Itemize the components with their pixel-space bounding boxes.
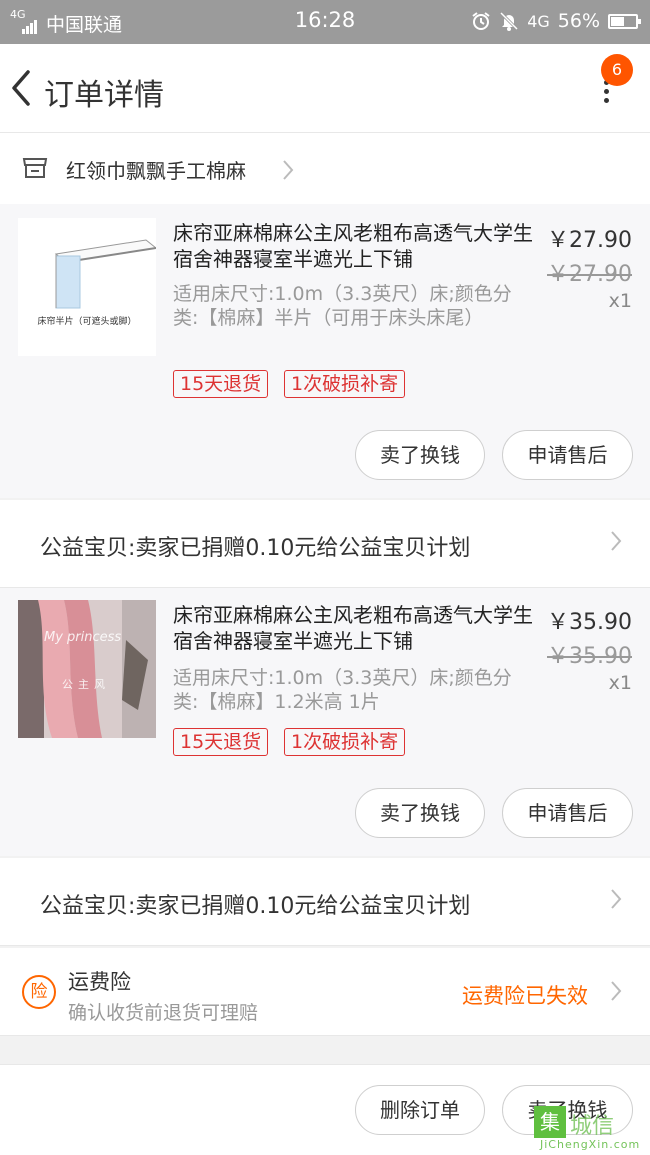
- chevron-right-icon: [283, 160, 294, 180]
- original-price: ￥27.90: [547, 262, 632, 287]
- site-watermark: 集 城信 JiChengXin.com: [530, 1104, 648, 1152]
- chevron-right-icon: [611, 531, 622, 551]
- back-arrow-icon[interactable]: [6, 66, 36, 110]
- battery-icon: [608, 13, 641, 29]
- alarm-icon: [472, 12, 490, 30]
- message-badge: 6: [601, 54, 633, 86]
- damage-resend-tag: 1次破损补寄: [284, 370, 406, 398]
- original-price: ￥35.90: [547, 644, 632, 669]
- return-policy-tag: 15天退货: [173, 370, 269, 398]
- chevron-right-icon: [611, 889, 622, 909]
- watermark-name: 城信: [570, 1114, 615, 1139]
- battery-level: [611, 16, 625, 26]
- status-bar: 4G 中国联通 16:28 4G 56%: [0, 0, 650, 44]
- shop-icon: [22, 158, 48, 178]
- curtain-image: [54, 239, 156, 309]
- product-price: ￥27.90: [547, 228, 632, 253]
- order-item[interactable]: My princess 公主风 床帘亚麻棉麻公主风老粗布高透气大学生宿舍神器寝室…: [0, 588, 650, 856]
- resell-button[interactable]: 卖了换钱: [355, 430, 485, 480]
- net-type: 4G: [527, 11, 550, 31]
- insurance-icon: 险: [22, 975, 56, 1009]
- product-price: ￥35.90: [547, 610, 632, 635]
- battery-percent: 56%: [557, 10, 600, 32]
- watermark-logo: 集: [534, 1106, 566, 1138]
- shop-name: 红领巾飘飘手工棉麻: [66, 159, 246, 183]
- charity-row[interactable]: 公益宝贝:卖家已捐赠0.10元给公益宝贝计划: [0, 858, 650, 946]
- resell-button[interactable]: 卖了换钱: [355, 788, 485, 838]
- after-sales-button[interactable]: 申请售后: [502, 788, 633, 838]
- after-sales-button[interactable]: 申请售后: [502, 430, 633, 480]
- delete-order-button[interactable]: 删除订单: [355, 1085, 485, 1135]
- shop-row[interactable]: 红领巾飘飘手工棉麻: [0, 132, 650, 204]
- thumbnail-caption: My princess: [44, 630, 122, 645]
- charity-text: 公益宝贝:卖家已捐赠0.10元给公益宝贝计划: [40, 894, 471, 919]
- nav-bar: 订单详情 6: [0, 44, 650, 132]
- product-title[interactable]: 床帘亚麻棉麻公主风老粗布高透气大学生宿舍神器寝室半遮光上下铺: [173, 220, 533, 272]
- thumbnail-caption-2: 公主风: [62, 678, 110, 691]
- chevron-right-icon: [611, 981, 622, 1001]
- order-item[interactable]: 床帘半片（可遮头或脚） 床帘亚麻棉麻公主风老粗布高透气大学生宿舍神器寝室半遮光上…: [0, 204, 650, 498]
- thumbnail-caption: 床帘半片（可遮头或脚）: [37, 317, 137, 327]
- insurance-status: 运费险已失效: [462, 984, 588, 1008]
- return-policy-tag: 15天退货: [173, 728, 269, 756]
- watermark-url: JiChengXin.com: [540, 1138, 641, 1151]
- product-title[interactable]: 床帘亚麻棉麻公主风老粗布高透气大学生宿舍神器寝室半遮光上下铺: [173, 602, 533, 654]
- product-sku: 适用床尺寸:1.0m（3.3英尺）床;颜色分类:【棉麻】半片（可用于床头床尾）: [173, 283, 512, 329]
- curtain-photo: [18, 600, 156, 738]
- insurance-title: 运费险: [68, 970, 131, 994]
- product-thumbnail[interactable]: 床帘半片（可遮头或脚）: [18, 218, 156, 356]
- quantity: x1: [608, 672, 632, 694]
- shipping-insurance-row[interactable]: 险 运费险 确认收货前退货可理赔 运费险已失效: [0, 948, 650, 1036]
- damage-resend-tag: 1次破损补寄: [284, 728, 406, 756]
- mute-bell-icon: [500, 11, 519, 31]
- insurance-subtitle: 确认收货前退货可理赔: [68, 1002, 259, 1024]
- charity-text: 公益宝贝:卖家已捐赠0.10元给公益宝贝计划: [40, 536, 471, 561]
- product-sku: 适用床尺寸:1.0m（3.3英尺）床;颜色分类:【棉麻】1.2米高 1片: [173, 667, 512, 713]
- charity-row[interactable]: 公益宝贝:卖家已捐赠0.10元给公益宝贝计划: [0, 500, 650, 588]
- product-thumbnail[interactable]: My princess 公主风: [18, 600, 156, 738]
- page-title: 订单详情: [44, 78, 164, 113]
- quantity: x1: [608, 290, 632, 312]
